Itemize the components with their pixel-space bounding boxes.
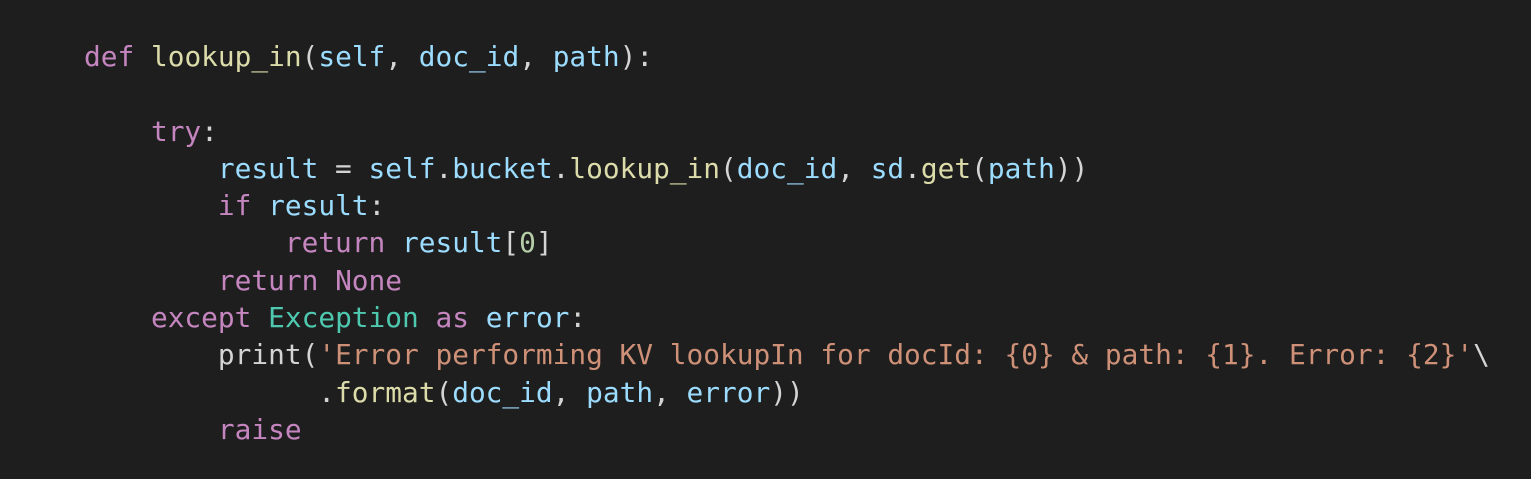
code-line: try:	[84, 113, 1490, 150]
code-token-plain: :	[201, 114, 218, 148]
code-token-variable: result	[402, 226, 503, 260]
code-line: .format(doc_id, path, error))	[84, 374, 1490, 411]
code-token-plain: ,	[653, 375, 687, 409]
code-line: if result:	[84, 187, 1490, 224]
code-token-variable: self	[368, 151, 436, 185]
code-token-plain: ,	[552, 375, 587, 409]
code-line: return result[0]	[84, 224, 1490, 261]
code-token-variable: error	[686, 375, 771, 409]
code-token-keyword: try	[150, 114, 202, 148]
code-token-plain: ):	[619, 40, 654, 73]
code-token-plain: ,	[837, 151, 871, 185]
code-token-variable: path	[586, 375, 654, 409]
code-token-keyword: except	[150, 301, 252, 335]
code-token-plain: (	[301, 338, 319, 372]
code-token-plain: ))	[1054, 151, 1089, 185]
code-token-plain: ))	[770, 375, 804, 409]
code-token-plain: ,	[519, 40, 553, 73]
code-token-variable: path	[987, 151, 1055, 185]
code-token-plain: :	[368, 189, 386, 223]
code-token-plain: (	[435, 375, 453, 409]
code-token-function: lookup_in	[569, 151, 721, 185]
code-token-string: 'Error performing KV lookupIn for docId:…	[318, 338, 1474, 372]
code-token-keyword: def	[84, 40, 135, 73]
code-token-plain: .	[904, 151, 921, 185]
code-token-function: format	[335, 375, 436, 409]
code-token-variable: result	[217, 151, 319, 185]
code-token-plain: [	[502, 226, 520, 260]
code-token-variable: sd	[870, 151, 905, 185]
code-token-number: 0	[519, 226, 536, 260]
code-token-keyword: as	[435, 301, 469, 335]
code-token-plain: :	[569, 301, 587, 335]
code-token-variable: self	[318, 40, 386, 73]
code-line: raise	[84, 411, 1490, 448]
code-line: result = self.bucket.lookup_in(doc_id, s…	[84, 150, 1490, 187]
code-line: return None	[84, 262, 1490, 299]
code-token-variable: bucket	[452, 151, 553, 185]
code-token-plain: \	[1473, 338, 1490, 372]
code-token-plain: =	[318, 151, 369, 185]
code-token-plain: ,	[385, 40, 419, 73]
code-token-keyword: None	[335, 263, 403, 297]
code-token-function: get	[920, 151, 972, 185]
code-token-variable: path	[552, 40, 620, 73]
code-block[interactable]: def lookup_in(self, doc_id, path): try: …	[84, 38, 1490, 448]
code-token-variable: doc_id	[418, 40, 520, 73]
code-token-plain: .	[435, 151, 453, 185]
code-token-keyword: if	[217, 189, 252, 223]
code-token-plain: (	[971, 151, 988, 185]
code-token-variable: error	[485, 301, 570, 335]
code-token-plain: .	[552, 151, 570, 185]
code-token-variable: result	[268, 189, 369, 223]
code-token-variable: doc_id	[736, 151, 838, 185]
code-token-class: Exception	[268, 301, 419, 335]
code-token-plain: ]	[535, 226, 553, 260]
code-editor: def lookup_in(self, doc_id, path): try: …	[0, 0, 1531, 479]
code-token-keyword: raise	[217, 412, 302, 446]
code-line: def lookup_in(self, doc_id, path):	[84, 38, 1490, 75]
code-token-variable: doc_id	[452, 375, 553, 409]
code-token-function: lookup_in	[150, 40, 302, 73]
code-token-keyword: return	[284, 226, 386, 260]
code-line: except Exception as error:	[84, 299, 1490, 336]
code-token-plain: .	[84, 375, 336, 409]
code-line: print('Error performing KV lookupIn for …	[84, 336, 1490, 373]
code-token-plain: (	[301, 40, 319, 73]
code-token-keyword: return	[217, 263, 319, 297]
code-token-plain: print	[217, 338, 302, 372]
code-token-plain: (	[720, 151, 737, 185]
